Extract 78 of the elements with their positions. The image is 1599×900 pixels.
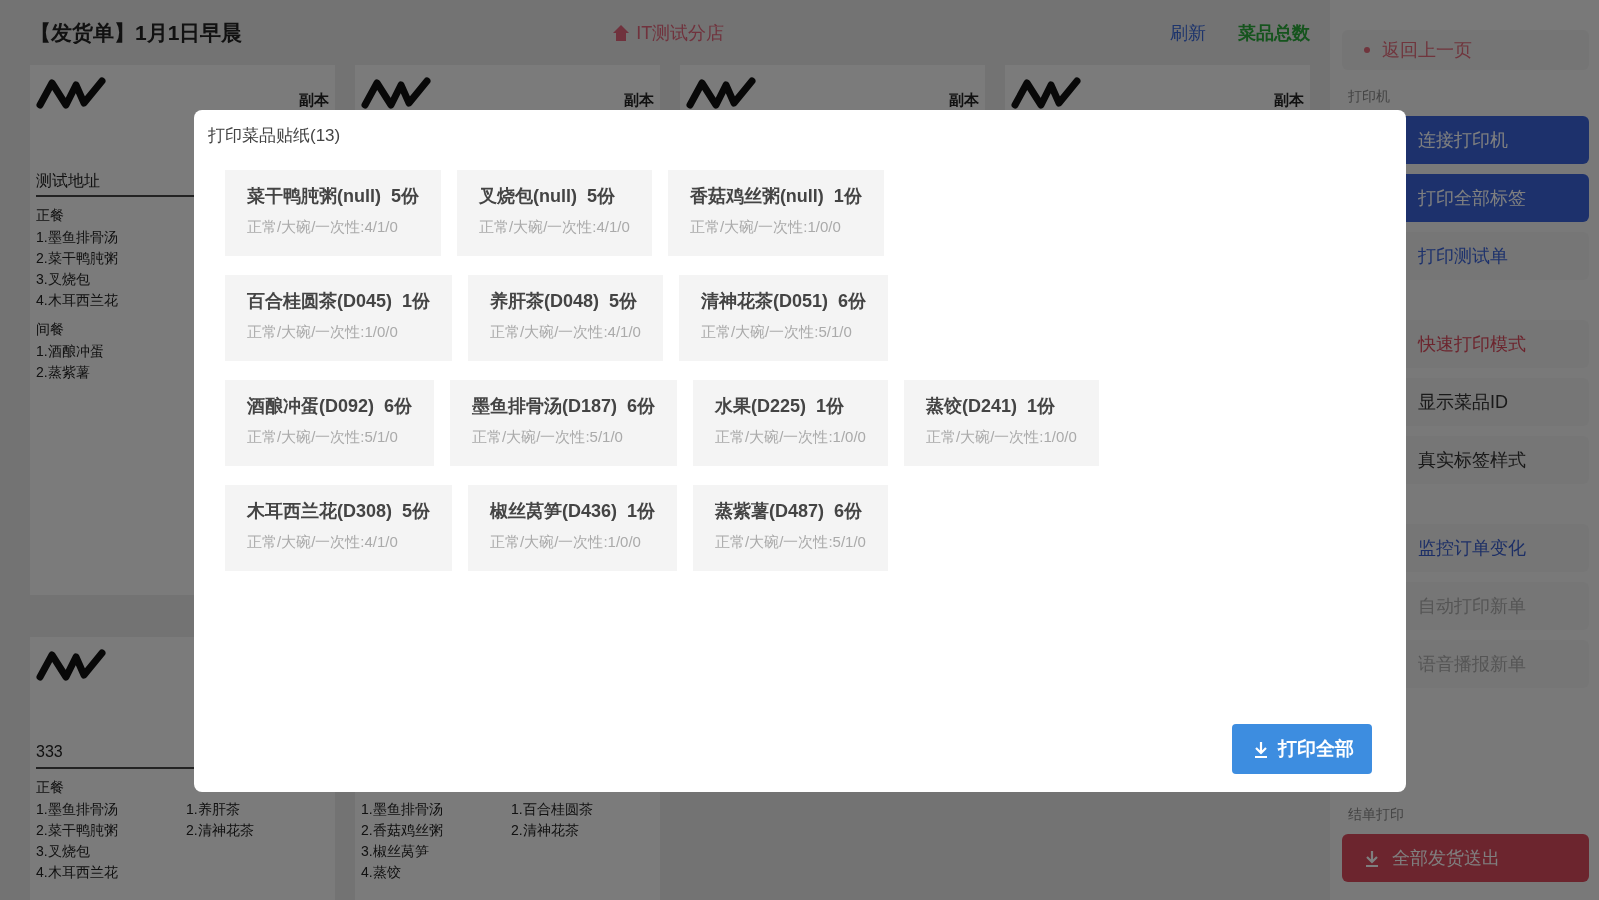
dish-name: 蒸紫薯(D487) 6份 bbox=[715, 500, 864, 523]
sticker-card[interactable]: 蒸紫薯(D487) 6份 正常/大碗/一次性:5/1/0 bbox=[693, 485, 888, 571]
dish-item: 4.蒸饺 bbox=[361, 864, 402, 882]
sticker-card[interactable]: 叉烧包(null) 5份 正常/大碗/一次性:4/1/0 bbox=[457, 170, 652, 256]
dish-name: 木耳西兰花(D308) 5份 bbox=[247, 500, 431, 523]
dish-name: 水果(D225) 1份 bbox=[715, 395, 846, 418]
dish-item: 2.菜干鸭肫粥 bbox=[36, 250, 119, 268]
page-title: 【发货单】1月1日早晨 bbox=[30, 20, 243, 46]
sticker-card[interactable]: 清神花茶(D051) 6份 正常/大碗/一次性:5/1/0 bbox=[678, 275, 888, 361]
dish-item: 3.椒丝莴笋 bbox=[361, 843, 430, 861]
sticker-card[interactable]: 木耳西兰花(D308) 5份 正常/大碗/一次性:4/1/0 bbox=[225, 485, 453, 571]
dish-item: 3.叉烧包 bbox=[36, 843, 91, 861]
dish-item: 1.墨鱼排骨汤 bbox=[361, 801, 444, 819]
dish-item: 2.清神花茶 bbox=[511, 822, 580, 840]
logo bbox=[686, 77, 758, 111]
dish-name: 酒酿冲蛋(D092) 6份 bbox=[247, 395, 413, 418]
dish-detail: 正常/大碗/一次性:1/0/0 bbox=[925, 428, 1077, 447]
sticker-card[interactable]: 蒸饺(D241) 1份 正常/大碗/一次性:1/0/0 bbox=[903, 380, 1099, 466]
dish-item: 2.蒸紫薯 bbox=[36, 364, 91, 382]
dish-detail: 正常/大碗/一次性:4/1/0 bbox=[247, 533, 399, 552]
dish-item: 4.木耳西兰花 bbox=[36, 292, 119, 310]
sticker-card[interactable]: 椒丝莴笋(D436) 1份 正常/大碗/一次性:1/0/0 bbox=[468, 485, 678, 571]
logo bbox=[36, 77, 108, 111]
copy-label: 副本 bbox=[624, 91, 654, 110]
sticker-card[interactable]: 菜干鸭肫粥(null) 5份 正常/大碗/一次性:4/1/0 bbox=[225, 170, 441, 256]
download-icon bbox=[1364, 849, 1380, 867]
dish-item: 2.菜干鸭肫粥 bbox=[36, 822, 119, 840]
shop-name: IT测试分店 bbox=[636, 22, 725, 45]
dish-name: 香菇鸡丝粥(null) 1份 bbox=[689, 185, 862, 208]
print-all-button[interactable]: 打印全部 bbox=[1232, 724, 1372, 774]
dish-name: 叉烧包(null) 5份 bbox=[479, 185, 616, 208]
dish-detail: 正常/大碗/一次性:1/0/0 bbox=[715, 428, 866, 447]
dish-detail: 正常/大碗/一次性:5/1/0 bbox=[247, 428, 399, 447]
dish-name: 养肝茶(D048) 5份 bbox=[490, 290, 639, 313]
dish-detail: 正常/大碗/一次性:1/0/0 bbox=[689, 218, 842, 237]
dialog-title: 打印菜品贴纸(13) bbox=[208, 125, 341, 147]
meal-heading: 间餐 bbox=[36, 321, 65, 339]
sticker-card[interactable]: 水果(D225) 1份 正常/大碗/一次性:1/0/0 bbox=[693, 380, 888, 466]
home-icon bbox=[612, 24, 631, 42]
sticker-card[interactable]: 墨鱼排骨汤(D187) 6份 正常/大碗/一次性:5/1/0 bbox=[450, 380, 678, 466]
dish-name: 蒸饺(D241) 1份 bbox=[925, 395, 1056, 418]
logo bbox=[361, 77, 433, 111]
dish-item: 2.香菇鸡丝粥 bbox=[361, 822, 444, 840]
dish-detail: 正常/大碗/一次性:5/1/0 bbox=[700, 323, 853, 342]
dish-detail: 正常/大碗/一次性:5/1/0 bbox=[715, 533, 866, 552]
dish-name: 椒丝莴笋(D436) 1份 bbox=[490, 500, 656, 523]
dish-item: 1.酒酿冲蛋 bbox=[36, 343, 105, 361]
dish-detail: 正常/大碗/一次性:4/1/0 bbox=[479, 218, 630, 237]
sticker-card[interactable]: 百合桂圆茶(D045) 1份 正常/大碗/一次性:1/0/0 bbox=[225, 275, 453, 361]
sticker-card[interactable]: 香菇鸡丝粥(null) 1份 正常/大碗/一次性:1/0/0 bbox=[667, 170, 884, 256]
copy-label: 副本 bbox=[1274, 91, 1304, 110]
dish-detail: 正常/大碗/一次性:1/0/0 bbox=[247, 323, 399, 342]
download-icon bbox=[1254, 740, 1268, 758]
dish-item: 1.养肝茶 bbox=[186, 801, 241, 819]
logo bbox=[36, 649, 108, 683]
dish-item: 3.叉烧包 bbox=[36, 271, 91, 289]
dish-detail: 正常/大碗/一次性:4/1/0 bbox=[247, 218, 399, 237]
dish-item: 1.百合桂圆茶 bbox=[511, 801, 594, 819]
dish-item: 1.墨鱼排骨汤 bbox=[36, 801, 119, 819]
dot-icon bbox=[1364, 47, 1370, 53]
dish-item: 4.木耳西兰花 bbox=[36, 864, 119, 882]
meal-heading: 正餐 bbox=[36, 779, 65, 797]
refresh-link[interactable]: 刷新 bbox=[1170, 21, 1206, 45]
dish-detail: 正常/大碗/一次性:5/1/0 bbox=[472, 428, 624, 447]
copy-label: 副本 bbox=[949, 91, 979, 110]
dish-item: 2.清神花茶 bbox=[186, 822, 255, 840]
logo bbox=[1011, 77, 1083, 111]
dish-item: 1.墨鱼排骨汤 bbox=[36, 229, 119, 247]
dish-name: 清神花茶(D051) 6份 bbox=[700, 290, 866, 313]
sticker-card[interactable]: 养肝茶(D048) 5份 正常/大碗/一次性:4/1/0 bbox=[468, 275, 663, 361]
copy-label: 副本 bbox=[299, 91, 329, 110]
ship-all-button[interactable]: 全部发货送出 bbox=[1342, 834, 1589, 882]
dish-detail: 正常/大碗/一次性:4/1/0 bbox=[490, 323, 641, 342]
dish-name: 墨鱼排骨汤(D187) 6份 bbox=[472, 395, 656, 418]
dish-name: 百合桂圆茶(D045) 1份 bbox=[247, 290, 431, 313]
dish-detail: 正常/大碗/一次性:1/0/0 bbox=[490, 533, 642, 552]
sticker-card[interactable]: 酒酿冲蛋(D092) 6份 正常/大碗/一次性:5/1/0 bbox=[225, 380, 435, 466]
meal-heading: 正餐 bbox=[36, 207, 65, 225]
